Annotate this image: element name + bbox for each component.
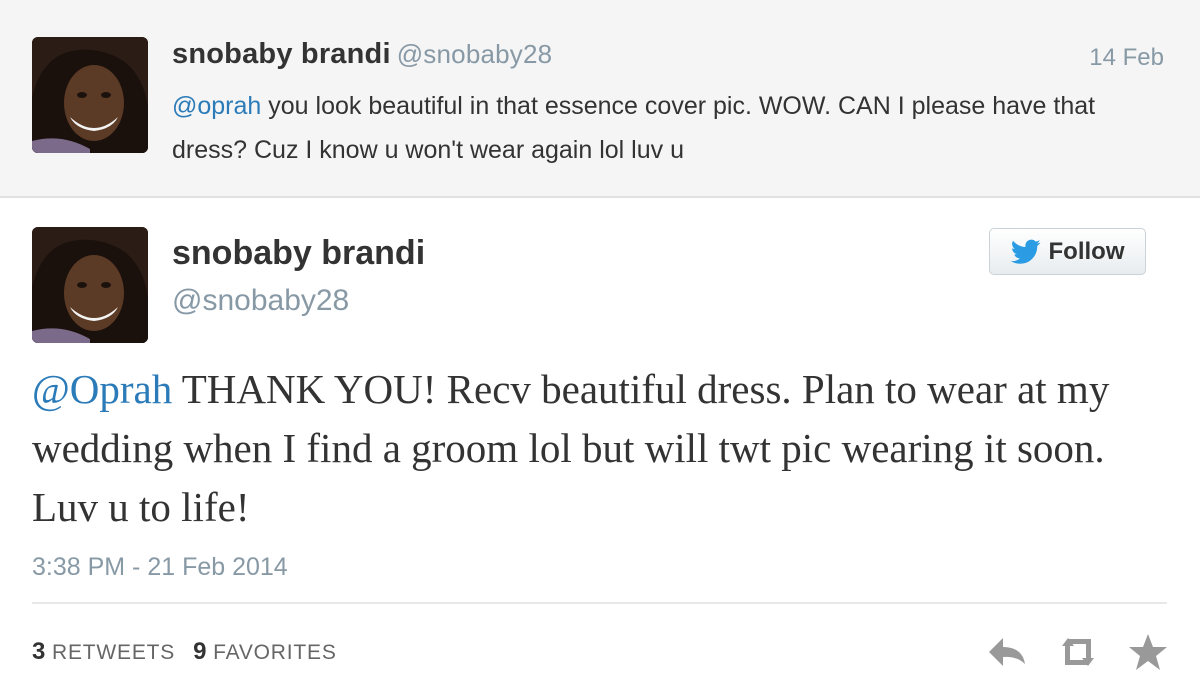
retweet-icon[interactable]	[1056, 632, 1100, 672]
author-handle[interactable]: @snobaby28	[172, 284, 349, 318]
reply-icon[interactable]	[985, 632, 1029, 672]
profile-photo-icon	[32, 227, 148, 343]
star-icon[interactable]	[1126, 632, 1170, 672]
tweet-text: @Oprah THANK YOU! Recv beautiful dress. …	[32, 360, 1172, 537]
twitter-bird-icon	[1010, 239, 1040, 264]
main-tweet: snobaby brandi @snobaby28 Follow @Oprah …	[0, 200, 1200, 693]
reply-mention-link[interactable]: @oprah	[172, 92, 261, 120]
follow-button[interactable]: Follow	[989, 228, 1146, 275]
divider	[32, 602, 1167, 604]
tweet-timestamp[interactable]: 3:38 PM - 21 Feb 2014	[32, 553, 288, 582]
author-name[interactable]: snobaby brandi	[172, 234, 425, 273]
avatar[interactable]	[32, 37, 148, 153]
favorites-stat[interactable]: 9 FAVORITES	[193, 638, 337, 666]
retweets-label: RETWEETS	[52, 641, 176, 664]
retweets-count: 3	[32, 638, 46, 665]
retweets-stat[interactable]: 3 RETWEETS	[32, 638, 175, 666]
reply-tweet[interactable]: snobaby brandi @snobaby28 14 Feb @oprah y…	[0, 0, 1200, 198]
follow-label: Follow	[1048, 237, 1125, 265]
favorites-count: 9	[193, 638, 207, 665]
reply-date[interactable]: 14 Feb	[1089, 44, 1164, 72]
mention-link[interactable]: @Oprah	[32, 366, 172, 412]
tweet-stats: 3 RETWEETS 9 FAVORITES	[32, 638, 337, 666]
reply-body: you look beautiful in that essence cover…	[172, 92, 1096, 164]
reply-author[interactable]: snobaby brandi @snobaby28	[172, 38, 552, 71]
profile-photo-icon	[32, 37, 148, 153]
tweet-body: THANK YOU! Recv beautiful dress. Plan to…	[32, 366, 1110, 530]
favorites-label: FAVORITES	[213, 641, 337, 664]
tweet-actions	[985, 630, 1170, 674]
reply-author-name[interactable]: snobaby brandi	[172, 38, 391, 70]
reply-tweet-text: @oprah you look beautiful in that essenc…	[172, 84, 1162, 172]
reply-author-handle[interactable]: @snobaby28	[397, 39, 553, 69]
avatar[interactable]	[32, 227, 148, 343]
